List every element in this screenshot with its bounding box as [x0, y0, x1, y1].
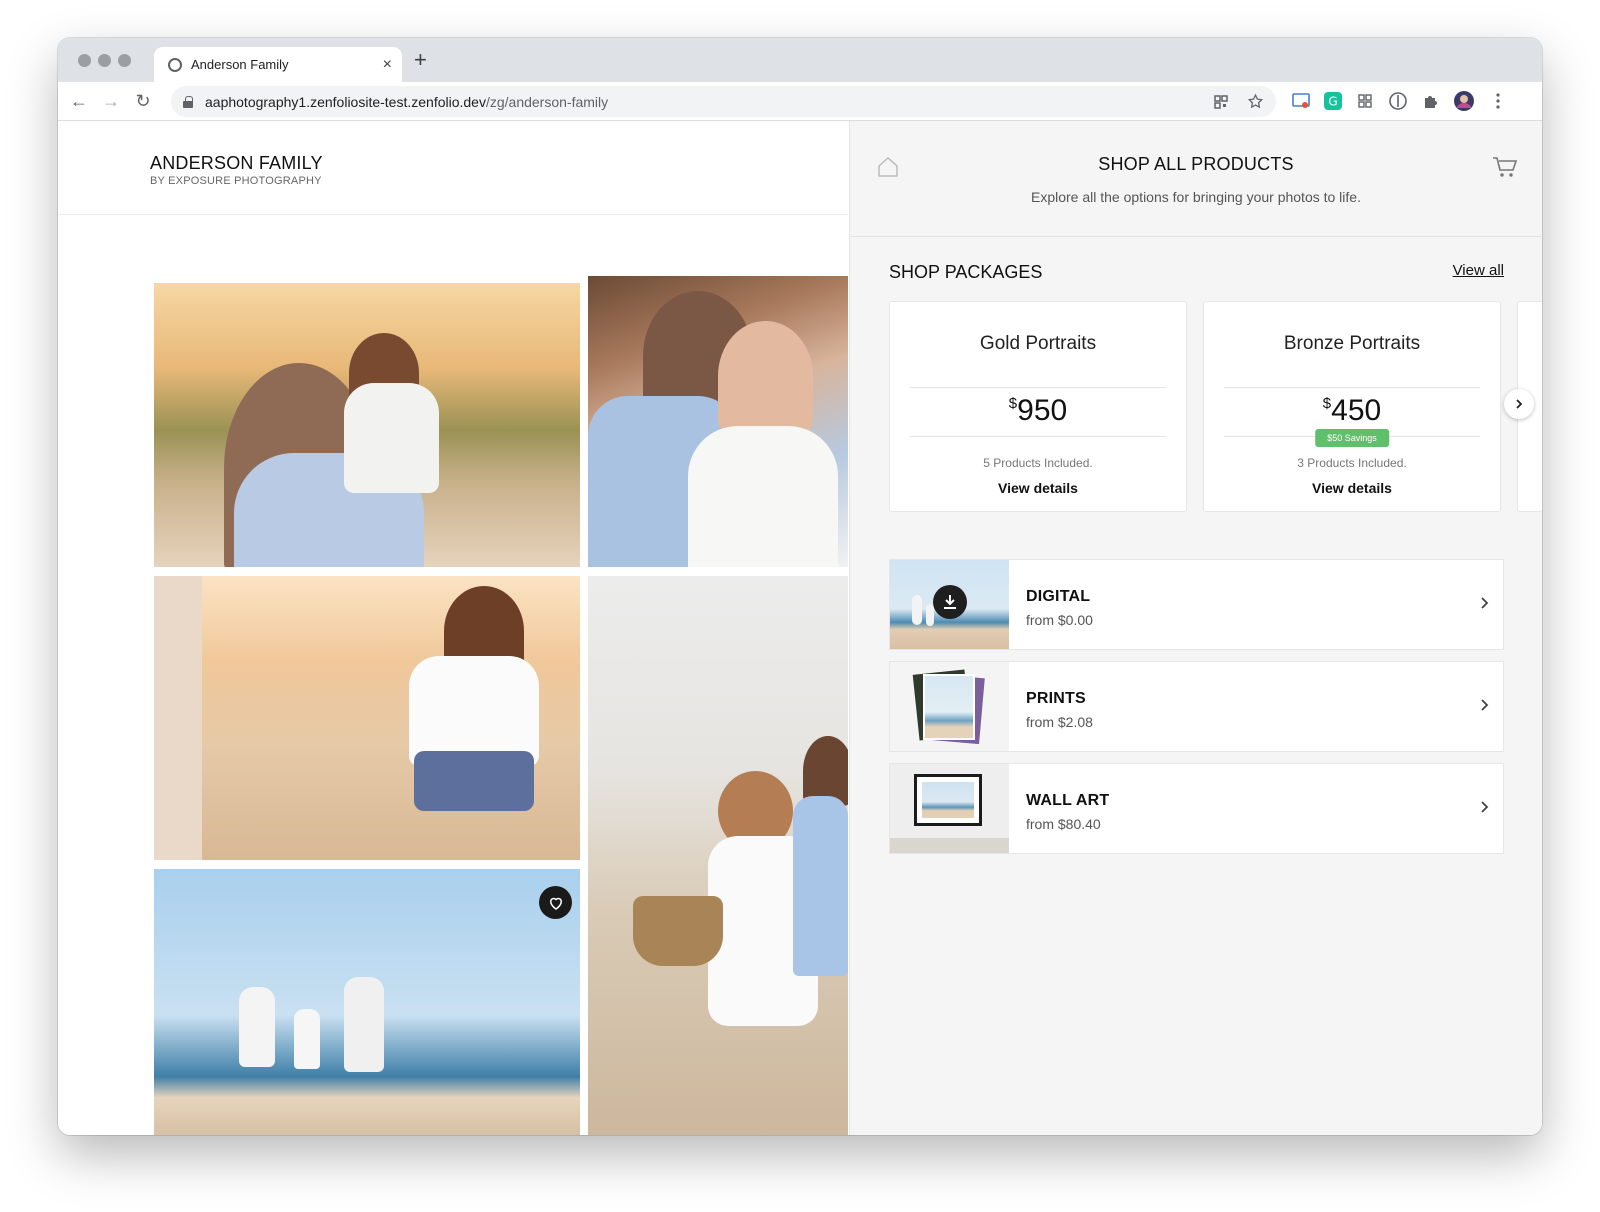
package-price: $950	[1008, 394, 1068, 427]
shop-packages-heading: SHOP PACKAGES	[889, 262, 1043, 282]
lock-icon	[183, 95, 193, 108]
shop-panel: SHOP ALL PRODUCTS Explore all the option…	[849, 121, 1542, 1135]
divider	[910, 387, 1166, 388]
divider	[1224, 387, 1480, 388]
package-included: 5 Products Included.	[983, 456, 1093, 470]
bookmark-star-icon[interactable]	[1247, 93, 1264, 110]
package-card-bronze[interactable]: Bronze Portraits $450 $50 Savings 3 Prod…	[1203, 301, 1501, 512]
address-bar[interactable]: aaphotography1.zenfoliosite-test.zenfoli…	[171, 86, 1276, 117]
product-price: from $0.00	[1026, 612, 1093, 628]
savings-badge: $50 Savings	[1315, 429, 1389, 447]
extension-grammarly-icon[interactable]: G	[1322, 90, 1344, 112]
package-included: 3 Products Included.	[1297, 456, 1407, 470]
close-window-dot[interactable]	[78, 54, 91, 67]
package-price: $450	[1322, 394, 1382, 427]
page-viewport: ANDERSON FAMILY BY EXPOSURE PHOTOGRAPHY	[58, 121, 1542, 1135]
gallery-photo-2[interactable]	[588, 276, 848, 567]
download-icon	[944, 595, 956, 609]
product-name: WALL ART	[1026, 792, 1110, 809]
view-all-link[interactable]: View all	[1453, 262, 1504, 279]
view-details-link[interactable]: View details	[1204, 480, 1500, 496]
close-tab-icon[interactable]: ×	[383, 56, 392, 73]
product-price: from $80.40	[1026, 816, 1101, 832]
new-tab-button[interactable]: +	[414, 49, 427, 71]
browser-window: Anderson Family × + ← → ↻ aaphotography1…	[58, 38, 1542, 1135]
product-name: DIGITAL	[1026, 588, 1091, 605]
product-row-wall-art[interactable]: WALL ART from $80.40	[889, 763, 1504, 854]
chevron-right-icon	[1481, 699, 1489, 711]
browser-menu-icon[interactable]	[1487, 90, 1509, 112]
minimize-window-dot[interactable]	[98, 54, 111, 67]
packages-next-button[interactable]	[1504, 389, 1534, 419]
site-header: ANDERSON FAMILY BY EXPOSURE PHOTOGRAPHY	[58, 121, 848, 215]
product-thumbnail	[890, 662, 1009, 751]
product-name: PRINTS	[1026, 690, 1086, 707]
product-price: from $2.08	[1026, 714, 1093, 730]
svg-text:G: G	[1328, 95, 1337, 109]
product-thumbnail	[890, 764, 1009, 853]
zoom-window-dot[interactable]	[118, 54, 131, 67]
back-button[interactable]: ←	[66, 88, 92, 114]
shop-panel-title: SHOP ALL PRODUCTS	[1098, 154, 1294, 174]
chevron-right-icon	[1481, 597, 1489, 609]
package-name: Bronze Portraits	[1283, 333, 1421, 354]
package-name: Gold Portraits	[979, 333, 1097, 354]
chevron-right-icon	[1516, 399, 1523, 409]
product-row-prints[interactable]: PRINTS from $2.08	[889, 661, 1504, 752]
tab-strip: Anderson Family × +	[58, 38, 1542, 82]
extension-screen-icon[interactable]	[1290, 90, 1312, 112]
profile-avatar-icon[interactable]	[1453, 90, 1475, 112]
gallery-photo-1[interactable]	[154, 283, 580, 567]
gallery-photo-5[interactable]	[154, 869, 580, 1135]
extension-grid-icon[interactable]	[1354, 90, 1376, 112]
chevron-right-icon	[1481, 801, 1489, 813]
package-card-gold[interactable]: Gold Portraits $950 5 Products Included.…	[889, 301, 1187, 512]
url-text[interactable]: aaphotography1.zenfoliosite-test.zenfoli…	[205, 94, 1195, 110]
forward-button[interactable]: →	[98, 88, 124, 114]
tab-title: Anderson Family	[191, 57, 289, 72]
gallery-photo-3[interactable]	[154, 576, 580, 860]
browser-toolbar: ← → ↻ aaphotography1.zenfoliosite-test.z…	[58, 82, 1542, 121]
product-thumbnail	[890, 560, 1009, 649]
heart-icon	[549, 897, 562, 910]
gallery-title[interactable]: ANDERSON FAMILY	[150, 153, 323, 174]
tab-anderson-family[interactable]: Anderson Family ×	[154, 47, 402, 82]
divider	[910, 436, 1166, 437]
shop-panel-subtitle: Explore all the options for bringing you…	[1031, 189, 1361, 205]
gallery-photo-4[interactable]	[588, 576, 848, 1135]
shop-panel-header: SHOP ALL PRODUCTS Explore all the option…	[850, 121, 1542, 237]
extension-shield-icon[interactable]	[1387, 90, 1409, 112]
gallery-subtitle: BY EXPOSURE PHOTOGRAPHY	[150, 175, 322, 187]
extensions-puzzle-icon[interactable]	[1420, 90, 1442, 112]
reload-button[interactable]: ↻	[130, 88, 156, 114]
product-row-digital[interactable]: DIGITAL from $0.00	[889, 559, 1504, 650]
view-details-link[interactable]: View details	[890, 480, 1186, 496]
qr-code-icon[interactable]	[1213, 94, 1229, 110]
favorite-button[interactable]	[539, 886, 572, 919]
cart-icon[interactable]	[1492, 155, 1518, 179]
favicon-icon	[168, 57, 182, 72]
